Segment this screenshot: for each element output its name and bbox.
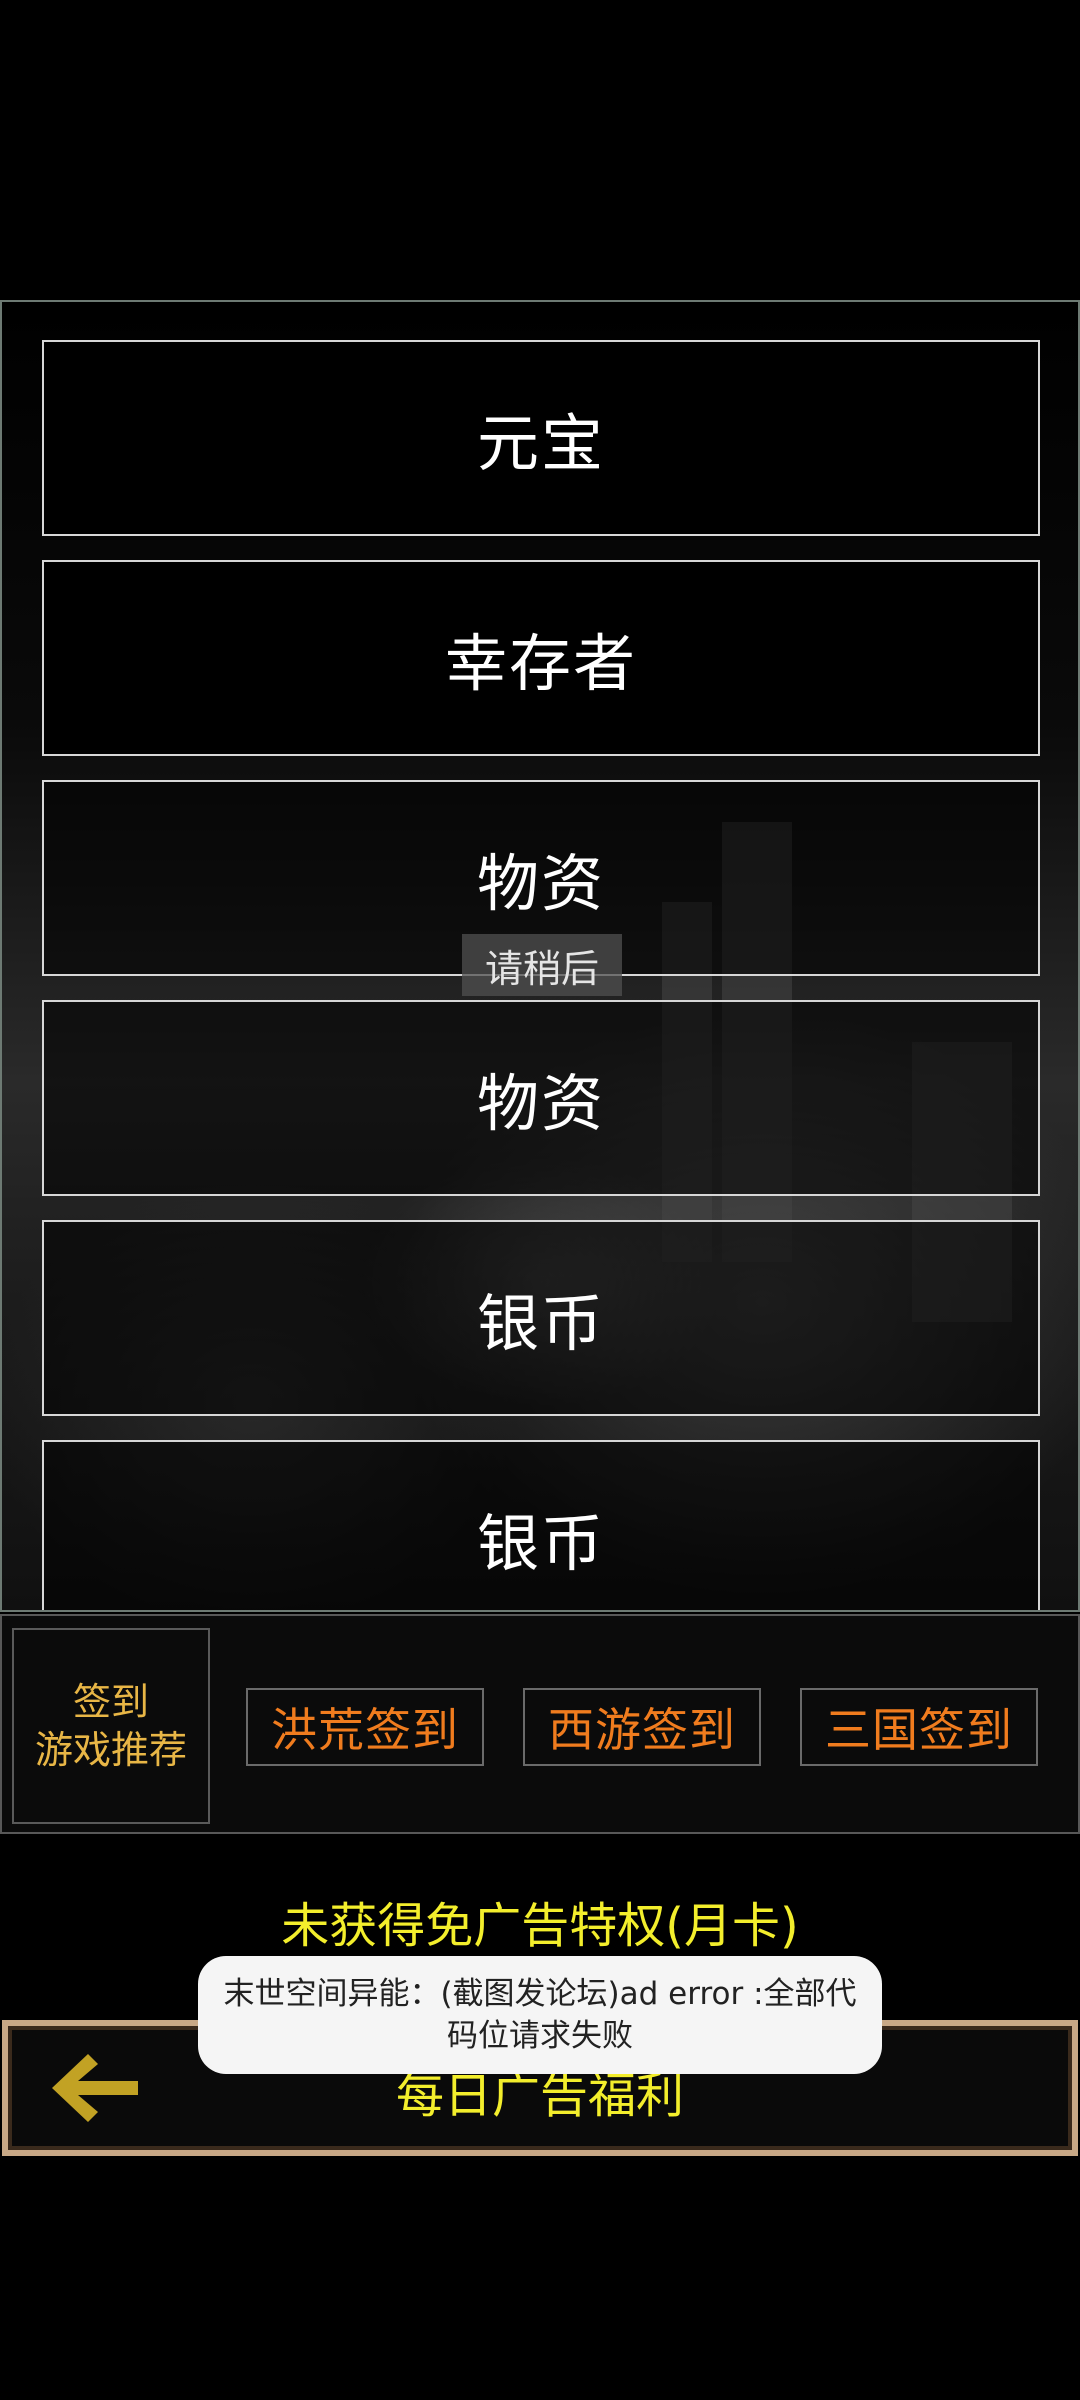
game-recommend-label: 游戏推荐	[34, 1728, 187, 1772]
month-card-status[interactable]: 未获得免广告特权(月卡)	[0, 1886, 1080, 1956]
xiyou-signin-button[interactable]: 西游签到	[523, 1688, 761, 1766]
reward-item-survivor[interactable]: 幸存者	[42, 560, 1040, 756]
reward-item-label: 银币	[476, 1287, 605, 1360]
error-toast: 末世空间异能：(截图发论坛)ad error :全部代码位请求失败	[198, 1956, 882, 2074]
signin-bar: 签到 游戏推荐 洪荒签到 西游签到 三国签到	[0, 1614, 1080, 1834]
signin-tab-label: 洪荒签到	[271, 1703, 459, 1757]
reward-item-silver-2[interactable]: 银币	[42, 1440, 1040, 1610]
honghuang-signin-button[interactable]: 洪荒签到	[246, 1688, 484, 1766]
screen: 元宝 幸存者 物资 物资 银币 银币 请稍后 签到 游戏推荐 洪荒签到 西游签到	[0, 0, 1080, 2400]
reward-item-silver[interactable]: 银币	[42, 1220, 1040, 1416]
reward-item-yuanbao[interactable]: 元宝	[42, 340, 1040, 536]
sanguo-signin-button[interactable]: 三国签到	[800, 1688, 1038, 1766]
reward-item-label: 幸存者	[444, 627, 637, 700]
reward-item-label: 银币	[476, 1507, 605, 1580]
reward-item-label: 物资	[476, 847, 605, 920]
signin-recommend-button[interactable]: 签到 游戏推荐	[12, 1628, 210, 1824]
reward-list-panel[interactable]: 元宝 幸存者 物资 物资 银币 银币 请稍后	[0, 300, 1080, 1612]
loading-hint: 请稍后	[462, 934, 622, 996]
reward-item-label: 物资	[476, 1067, 605, 1140]
reward-item-supplies-2[interactable]: 物资	[42, 1000, 1040, 1196]
signin-tab-label: 西游签到	[548, 1703, 736, 1757]
reward-item-label: 元宝	[476, 407, 605, 480]
signin-tab-label: 三国签到	[825, 1703, 1013, 1757]
signin-label: 签到	[72, 1680, 149, 1724]
toast-message: 末世空间异能：(截图发论坛)ad error :全部代码位请求失败	[223, 1976, 857, 2054]
